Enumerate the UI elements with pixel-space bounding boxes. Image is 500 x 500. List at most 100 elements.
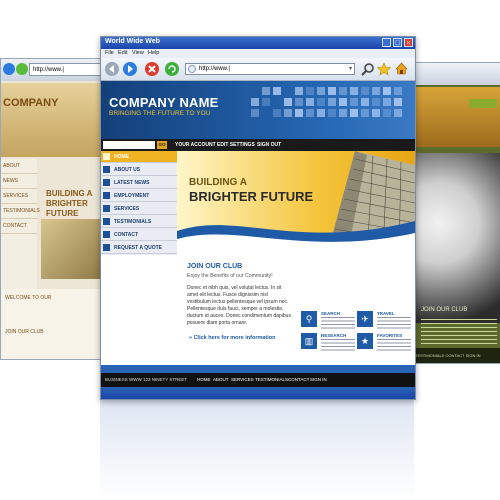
right-page-header — [409, 87, 500, 147]
header-square — [317, 109, 325, 117]
right-club-text — [421, 319, 497, 345]
background-browser-window-left: http://www.| COMPANY ABOUT NEWS SERVICES… — [0, 58, 112, 360]
menu-file[interactable]: File — [105, 49, 114, 58]
left-page-header — [1, 83, 111, 157]
x-icon — [148, 65, 156, 73]
header-square — [306, 109, 314, 117]
forward-button[interactable] — [123, 62, 137, 76]
club-title: JOIN OUR CLUB — [187, 263, 243, 270]
sidebar-item-about-us[interactable]: ABOUT US — [101, 164, 177, 176]
search-icon[interactable] — [361, 62, 375, 76]
bullet-square-icon — [103, 179, 110, 186]
footer-link-contact[interactable]: CONTACT — [288, 373, 309, 387]
footer-link-sign-in[interactable]: SIGN IN — [310, 373, 327, 387]
menu-view[interactable]: View — [132, 49, 144, 58]
right-footer-link: TESTIMONIALS — [415, 353, 445, 358]
bookmark-star-icon[interactable] — [377, 62, 391, 76]
home-icon[interactable] — [394, 61, 409, 76]
go-button[interactable]: GO — [157, 141, 167, 149]
header-square — [251, 98, 259, 106]
sidebar-item-home[interactable]: HOME — [101, 151, 177, 163]
header-square — [317, 98, 325, 106]
header-square — [328, 87, 336, 95]
sidebar-item-label: LATEST NEWS — [114, 180, 150, 186]
right-club-title: JOIN OUR CLUB — [421, 307, 468, 313]
sidebar-item-services[interactable]: SERVICES — [101, 203, 177, 215]
maximize-button[interactable]: □ — [393, 38, 402, 47]
bullet-square-icon — [103, 218, 110, 225]
sidebar-item-testimonials[interactable]: TESTIMONIALS — [101, 216, 177, 228]
footer-link-services[interactable]: SERVICES — [231, 373, 254, 387]
header-square — [295, 98, 303, 106]
site-search-input[interactable] — [103, 141, 155, 149]
feature-search[interactable]: ⚲ SEARCH — [301, 311, 357, 335]
footer-address: BUSINESS WWW 123 NINETY STREET — [105, 377, 188, 382]
features-grid: ⚲ SEARCH ✈ TRAVEL ▥ RESEARCH ★ FAVORITES — [295, 255, 415, 365]
feature-text — [321, 317, 355, 329]
header-square — [251, 109, 259, 117]
club-body-text: Donec et nibh quis, vel volutat lectus. … — [187, 285, 291, 326]
stop-button[interactable] — [145, 62, 159, 76]
left-nav-item: SERVICES — [1, 189, 37, 204]
feature-title: TRAVEL — [377, 311, 395, 316]
sidebar-item-label: TESTIMONIALS — [114, 219, 152, 225]
address-bar[interactable]: http://www.| ▾ — [185, 63, 355, 75]
footer-link-testimonials[interactable]: TESTIMONIALS — [255, 373, 288, 387]
sign-out-link[interactable]: SIGN OUT — [257, 139, 281, 151]
site-footer: BUSINESS WWW 123 NINETY STREET HOME ABOU… — [101, 373, 415, 387]
sidebar-item-latest-news[interactable]: LATEST NEWS — [101, 177, 177, 189]
feature-text — [377, 339, 411, 351]
header-square — [372, 98, 380, 106]
header-square — [339, 87, 347, 95]
bullet-square-icon — [103, 192, 110, 199]
airplane-icon: ✈ — [357, 311, 373, 327]
footer-link-home[interactable]: HOME — [197, 373, 211, 387]
feature-title: SEARCH — [321, 311, 341, 316]
globe-image — [409, 153, 500, 323]
sidebar-item-employment[interactable]: EMPLOYMENT — [101, 190, 177, 202]
menu-help[interactable]: Help — [148, 49, 159, 58]
refresh-button[interactable] — [165, 62, 179, 76]
window-title: World Wide Web — [105, 38, 160, 45]
header-square — [361, 98, 369, 106]
hero-banner: BUILDING A BRIGHTER FUTURE — [177, 151, 415, 255]
header-square — [394, 87, 402, 95]
more-info-link[interactable]: » Click here for more information — [189, 335, 276, 341]
sidebar-item-request-a-quote[interactable]: REQUEST A QUOTE — [101, 242, 177, 254]
sidebar-nav: HOME ABOUT US LATEST NEWS EMPLOYMENT SER… — [101, 151, 177, 255]
right-footer: TESTIMONIALS CONTACT SIGN IN — [409, 348, 500, 363]
left-nav-item: CONTACT — [1, 219, 37, 234]
chevron-down-icon[interactable]: ▾ — [349, 64, 352, 74]
header-square — [383, 87, 391, 95]
menu-edit[interactable]: Edit — [118, 49, 127, 58]
header-square — [339, 109, 347, 117]
left-window-toolbar: http://www.| — [1, 59, 111, 81]
star-icon: ★ — [357, 333, 373, 349]
your-account-link[interactable]: YOUR ACCOUNT — [175, 139, 216, 151]
site-header: COMPANY NAME BRINGING THE FUTURE TO YOU — [101, 81, 415, 139]
header-square — [273, 87, 281, 95]
right-arrow-icon — [128, 65, 133, 73]
refresh-icon — [168, 65, 176, 73]
left-back-icon — [3, 63, 15, 75]
right-window-toolbar — [409, 63, 500, 85]
feature-research[interactable]: ▥ RESEARCH — [301, 333, 357, 357]
edit-settings-link[interactable]: EDIT SETTINGS — [217, 139, 255, 151]
feature-title: RESEARCH — [321, 333, 347, 338]
url-text: http://www.| — [199, 66, 230, 72]
footer-link-about[interactable]: ABOUT — [213, 373, 229, 387]
header-square — [328, 109, 336, 117]
bullet-square-icon — [103, 166, 110, 173]
club-subtitle: Enjoy the Benefits of our Community! — [187, 273, 273, 279]
sidebar-item-contact[interactable]: CONTACT — [101, 229, 177, 241]
header-square — [372, 87, 380, 95]
feature-favorites[interactable]: ★ FAVORITES — [357, 333, 413, 357]
header-square — [284, 98, 292, 106]
close-button[interactable]: × — [404, 38, 413, 47]
back-button[interactable] — [105, 62, 119, 76]
feature-travel[interactable]: ✈ TRAVEL — [357, 311, 413, 335]
minimize-button[interactable]: _ — [382, 38, 391, 47]
window-bottom-strip — [101, 387, 415, 399]
company-name: COMPANY NAME — [109, 95, 219, 110]
magnifier-icon: ⚲ — [301, 311, 317, 327]
